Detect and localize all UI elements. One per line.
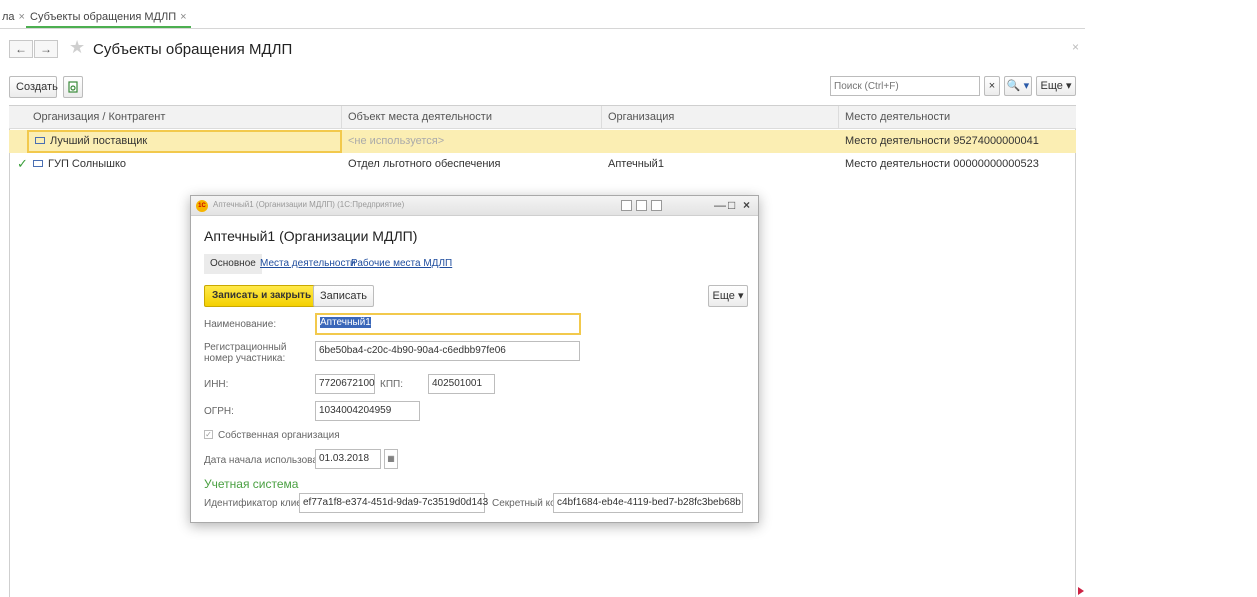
own-organization-checkbox[interactable]: ✓ [204,430,213,439]
tab-mdlp-workplaces[interactable]: Рабочие места МДЛП [351,254,452,274]
save-and-close-button[interactable]: Записать и закрыть [204,285,320,307]
more-button[interactable]: Еще ▾ [1036,76,1076,96]
column-header-activity-place[interactable]: Место деятельности [839,106,1076,129]
inn-label: ИНН: [204,379,229,390]
table-row[interactable]: Лучший поставщик <не используется> Место… [9,130,1076,153]
tab-previous[interactable]: ла × [2,6,25,28]
ogrn-field[interactable]: 1034004204959 [315,401,420,421]
cell-organization-text: ГУП Солнышко [48,158,127,170]
back-button[interactable]: ← [9,40,33,58]
print-icon[interactable] [621,200,632,211]
cell-organization-name[interactable]: Аптечный1 [602,153,664,176]
own-organization-label: Собственная организация [218,430,340,441]
column-header-activity-object[interactable]: Объект места деятельности [342,106,602,129]
column-header-organization-contractor[interactable]: Организация / Контрагент [9,106,342,129]
client-id-field[interactable]: ef77a1f8-e374-451d-9da9-7c3519d0d143 [299,493,488,513]
create-copy-button[interactable] [63,76,83,98]
cell-organization-text: Лучший поставщик [50,135,148,147]
cell-organization[interactable]: ГУП Солнышко [27,153,342,176]
tabs-bar: ла × Субъекты обращения МДЛП × [0,0,1085,29]
tab-subjects-close-icon[interactable]: × [180,11,186,23]
copy-document-icon [68,81,78,93]
favorite-star-icon[interactable]: ★ [69,37,85,58]
reg-number-label-line2: номер участника: [204,353,286,364]
name-field[interactable]: Аптечный1 [315,313,581,335]
cell-activity-object[interactable]: Отдел льготного обеспечения [342,153,501,176]
inn-field[interactable]: 7720672100 [315,374,375,394]
calendar-picker-icon[interactable]: ▦ [384,449,398,469]
forward-button[interactable]: → [34,40,58,58]
close-icon[interactable]: × [743,198,750,212]
tab-previous-close-icon[interactable]: × [19,11,25,23]
tab-previous-label: ла [2,11,15,23]
dialog-window-title: Аптечный1 (Организации МДЛП) (1С:Предпри… [213,200,405,209]
start-date-field[interactable]: 01.03.2018 [315,449,381,469]
kpp-label: КПП: [380,379,403,390]
cell-organization-name[interactable] [602,130,608,153]
organization-dialog: 1С Аптечный1 (Организации МДЛП) (1С:Пред… [190,195,759,523]
page-title: Субъекты обращения МДЛП [93,41,293,58]
dialog-more-button[interactable]: Еще ▾ [708,285,748,307]
catalog-item-icon [33,159,43,167]
name-label: Наименование: [204,319,277,330]
1c-logo-icon: 1С [196,200,208,212]
form-title: Аптечный1 (Организации МДЛП) [204,228,418,244]
catalog-item-icon [35,136,45,144]
maximize-icon[interactable]: □ [728,198,735,212]
accounting-system-section-title: Учетная система [204,477,299,491]
name-field-value: Аптечный1 [320,317,371,328]
cell-activity-object[interactable]: <не используется> [342,130,444,153]
minimize-icon[interactable]: — [714,198,726,212]
save-icon[interactable] [636,200,647,211]
cell-activity-place[interactable]: Место деятельности 00000000000523 [839,153,1039,176]
dialog-titlebar[interactable]: 1С Аптечный1 (Организации МДЛП) (1С:Пред… [191,196,758,216]
tab-activity-places[interactable]: Места деятельности [260,254,356,274]
kpp-field[interactable]: 402501001 [428,374,495,394]
table-row[interactable]: ✓ ГУП Солнышко Отдел льготного обеспечен… [9,153,1076,176]
ogrn-label: ОГРН: [204,406,234,417]
reg-number-label-line1: Регистрационный [204,342,287,353]
column-header-organization[interactable]: Организация [602,106,839,129]
cell-organization[interactable]: Лучший поставщик [27,130,342,153]
search-clear-button[interactable]: × [984,76,1000,96]
secret-code-field[interactable]: c4bf1684-eb4e-4119-bed7-b28fc3beb68b [553,493,743,513]
search-input[interactable] [830,76,980,96]
cell-activity-place[interactable]: Место деятельности 95274000000041 [839,130,1039,153]
list-header: Организация / Контрагент Объект места де… [9,106,1076,129]
create-button[interactable]: Создать [9,76,58,98]
tab-subjects[interactable]: Субъекты обращения МДЛП × [26,6,191,28]
reg-number-field[interactable]: 6be50ba4-c20c-4b90-90a4-c6edbb97fe06 [315,341,580,361]
tab-subjects-label: Субъекты обращения МДЛП [30,11,177,23]
cursor-marker-icon [1078,587,1084,595]
search-button[interactable]: 🔍 ▾ [1004,76,1032,96]
tab-main[interactable]: Основное [204,254,262,274]
page-close-icon[interactable]: × [1072,40,1079,54]
calendar-icon[interactable] [651,200,662,211]
save-button[interactable]: Записать [313,285,375,307]
